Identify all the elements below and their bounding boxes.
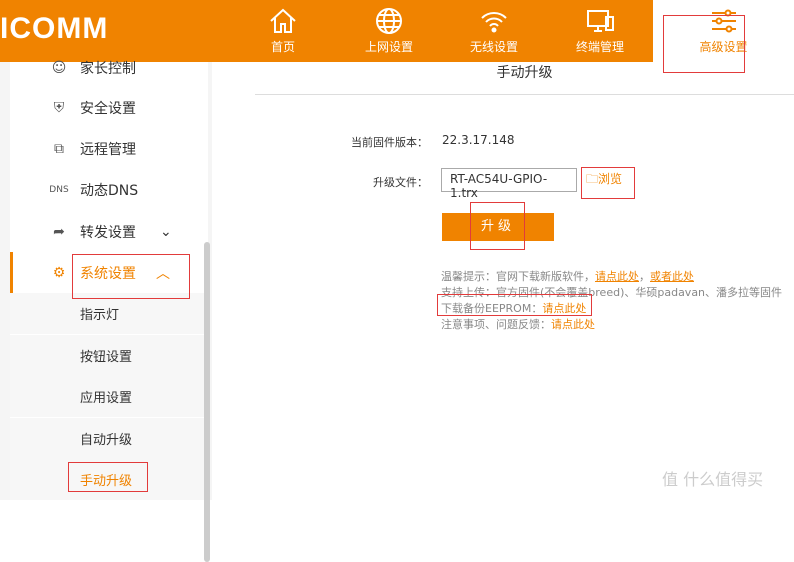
tip-line: 温馨提示：官网下载新版软件，请点此处，或者此处 (441, 268, 694, 284)
sidebar-subitem[interactable]: 指示灯 (10, 293, 208, 334)
logo: ICOMM (0, 12, 109, 45)
chevron-down-icon: ⌄ (160, 223, 172, 240)
sidebar-item-security[interactable]: ⛨ 安全设置 (10, 87, 208, 128)
tip-text: 温馨提示：官网下载新版软件， (441, 270, 595, 283)
nav-home[interactable]: 首页 (230, 0, 336, 62)
devices-icon (587, 10, 614, 32)
nav-label: 终端管理 (575, 40, 624, 54)
wifi-icon (481, 12, 507, 33)
nav-devices[interactable]: 终端管理 (547, 0, 653, 62)
download-link[interactable]: 请点此处 (595, 270, 639, 283)
annotation-box (581, 167, 635, 199)
sidebar-item-label: 家长控制 (80, 60, 136, 77)
firmware-label: 当前固件版本： (351, 136, 428, 149)
globe-icon (376, 8, 402, 34)
annotation-box (470, 202, 525, 250)
feedback-link[interactable]: 请点此处 (551, 318, 595, 331)
nav-internet[interactable]: 上网设置 (336, 0, 442, 62)
nav-label: 无线设置 (469, 40, 518, 54)
sidebar-subitem[interactable]: 自动升级 (10, 418, 208, 459)
firmware-version: 22.3.17.148 (442, 133, 515, 147)
home-icon (270, 8, 296, 33)
file-label: 升级文件： (373, 176, 428, 189)
sidebar-item-remote[interactable]: ⧉ 远程管理 (10, 128, 208, 169)
watermark: 值 什么值得买 (662, 470, 764, 489)
alt-download-link[interactable]: 或者此处 (650, 270, 694, 283)
sidebar-item-label: 转发设置 (80, 224, 136, 241)
nav-wireless[interactable]: 无线设置 (441, 0, 547, 62)
file-input[interactable]: RT-AC54U-GPIO-1.trx (441, 168, 577, 200)
remote-icon: ⧉ (54, 140, 64, 157)
sidebar-item-ddns[interactable]: DNS 动态DNS (10, 169, 208, 210)
sidebar-item-label: 动态DNS (80, 182, 139, 199)
nav-label: 首页 (270, 40, 295, 54)
sidebar-item-label: 远程管理 (80, 141, 136, 158)
scrollbar[interactable] (204, 242, 210, 562)
divider (255, 94, 794, 95)
sidebar-subitem[interactable]: 按钮设置 (10, 335, 208, 376)
nav-label: 上网设置 (364, 40, 413, 54)
forward-icon: ➦ (53, 223, 65, 240)
tip-line: 注意事项、问题反馈：请点此处 (441, 316, 595, 332)
sidebar-item-label: 安全设置 (80, 100, 136, 117)
dns-icon: DNS (49, 184, 69, 195)
page-title: 手动升级 (496, 65, 553, 81)
sidebar-item-parental[interactable]: ☺ 家长控制 (10, 47, 208, 88)
sidebar-item-forward[interactable]: ➦ 转发设置 ⌄ (10, 211, 208, 252)
annotation-box (68, 462, 148, 492)
parent-icon: ☺ (51, 59, 67, 76)
shield-icon: ⛨ (53, 99, 65, 116)
gear-icon: ⚙ (52, 264, 66, 281)
annotation-box (437, 294, 592, 316)
annotation-box (72, 254, 190, 299)
tip-sep: ， (639, 270, 650, 283)
tip-text: 注意事项、问题反馈： (441, 318, 551, 331)
sidebar-subitem[interactable]: 应用设置 (10, 376, 208, 417)
